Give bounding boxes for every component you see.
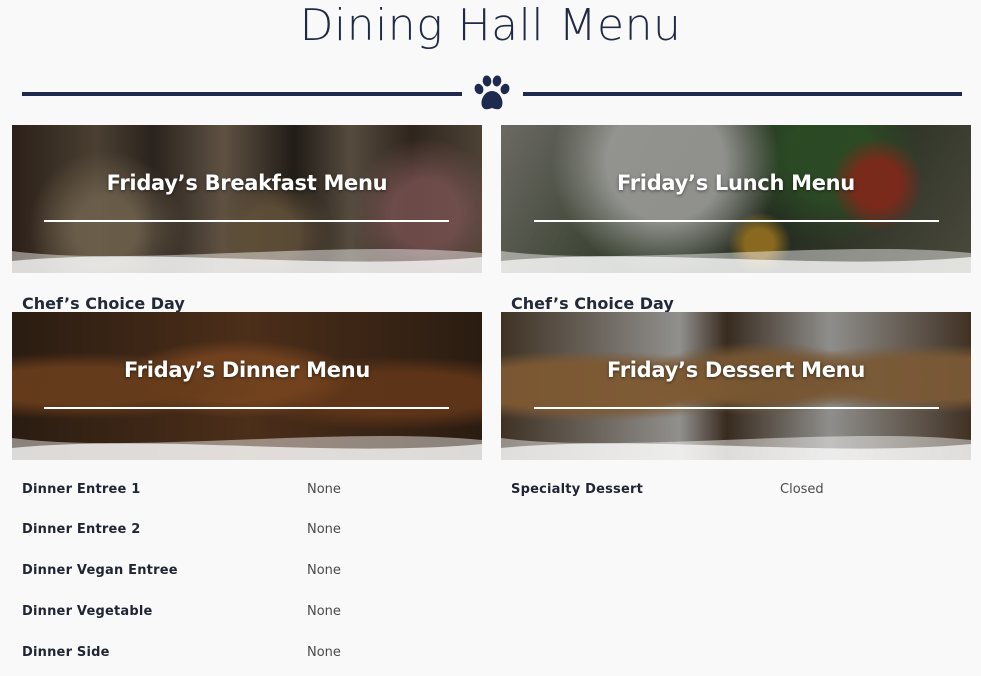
- menu-item-label: Specialty Dessert: [511, 482, 644, 497]
- dinner-item-entree-1: Dinner Entree 1 None: [22, 482, 482, 502]
- page-title: Dining Hall Menu: [299, 0, 682, 51]
- breakfast-note: Chef’s Choice Day: [22, 294, 185, 313]
- menu-item-value: None: [307, 522, 341, 537]
- dessert-banner-rule: [534, 407, 939, 409]
- menu-item-label: Dinner Vegetable: [22, 604, 153, 619]
- menu-item-label: Dinner Vegan Entree: [22, 563, 178, 578]
- dinner-item-vegetable: Dinner Vegetable None: [22, 604, 482, 624]
- breakfast-banner-wave: [12, 248, 482, 273]
- dinner-item-vegan-entree: Dinner Vegan Entree None: [22, 563, 482, 583]
- dinner-item-entree-2: Dinner Entree 2 None: [22, 522, 482, 542]
- dinner-banner-title: Friday’s Dinner Menu: [123, 358, 371, 382]
- dinner-banner-wave: [12, 435, 482, 460]
- title-divider-left: [22, 92, 462, 96]
- dessert-banner[interactable]: Friday’s Dessert Menu: [501, 312, 971, 460]
- menu-item-value: None: [307, 482, 341, 497]
- menu-item-label: Dinner Entree 2: [22, 522, 141, 537]
- menu-item-value: None: [307, 563, 341, 578]
- dessert-banner-title: Friday’s Dessert Menu: [607, 358, 865, 382]
- breakfast-banner[interactable]: Friday’s Breakfast Menu: [12, 125, 482, 273]
- dinner-banner-rule: [44, 407, 449, 409]
- lunch-banner[interactable]: Friday’s Lunch Menu: [501, 125, 971, 273]
- dinner-item-side: Dinner Side None: [22, 645, 482, 665]
- menu-item-label: Dinner Side: [22, 645, 110, 660]
- lunch-banner-title: Friday’s Lunch Menu: [617, 171, 855, 195]
- menu-item-value: Closed: [780, 482, 824, 497]
- breakfast-banner-rule: [44, 220, 449, 222]
- menu-item-label: Dinner Entree 1: [22, 482, 141, 497]
- dessert-banner-wave: [501, 435, 971, 460]
- title-divider-right: [523, 92, 962, 96]
- lunch-banner-rule: [534, 220, 939, 222]
- dinner-banner[interactable]: Friday’s Dinner Menu: [12, 312, 482, 460]
- lunch-banner-wave: [501, 248, 971, 273]
- lunch-note: Chef’s Choice Day: [511, 294, 674, 313]
- dessert-item-specialty: Specialty Dessert Closed: [511, 482, 971, 502]
- menu-item-value: None: [307, 604, 341, 619]
- paw-icon: [474, 75, 510, 110]
- menu-item-value: None: [307, 645, 341, 660]
- breakfast-banner-title: Friday’s Breakfast Menu: [106, 171, 388, 195]
